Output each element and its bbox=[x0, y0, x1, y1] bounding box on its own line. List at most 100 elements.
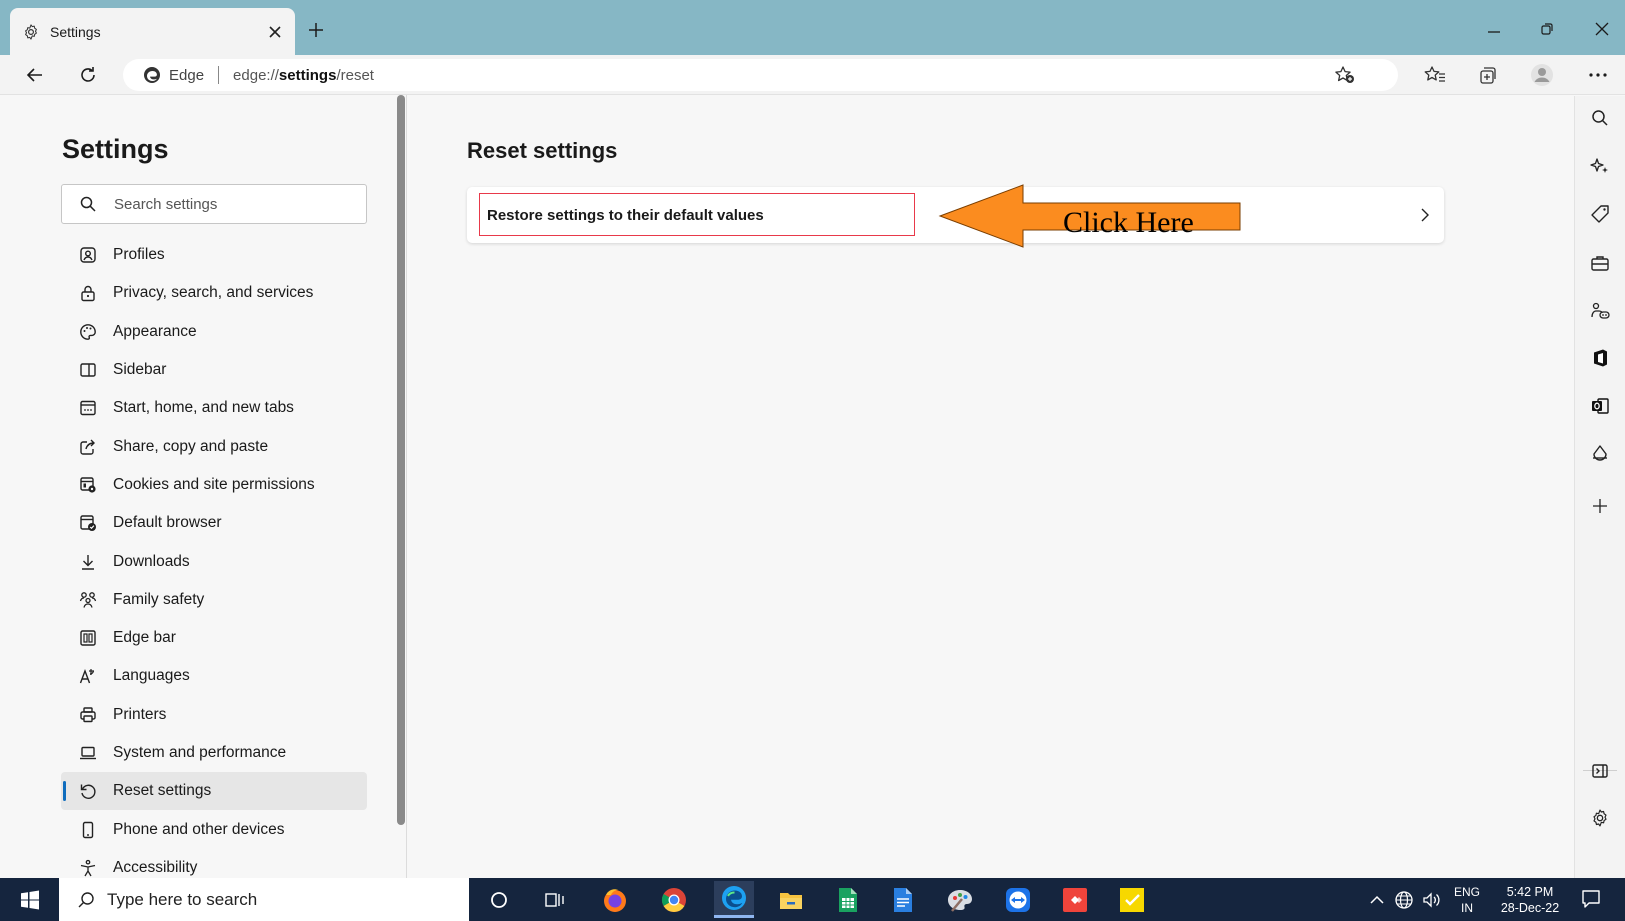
sidebar-item-phone-devices[interactable]: Phone and other devices bbox=[61, 810, 367, 848]
sidebar-settings-gear-icon[interactable] bbox=[1588, 806, 1612, 830]
url-path: /reset bbox=[336, 66, 374, 84]
sidebar-item-appearance[interactable]: Appearance bbox=[61, 313, 367, 351]
phone-icon bbox=[79, 821, 97, 839]
sidebar-item-privacy[interactable]: Privacy, search, and services bbox=[61, 274, 367, 312]
sticky-notes-icon[interactable] bbox=[1116, 884, 1148, 916]
sidebar-item-profiles[interactable]: Profiles bbox=[61, 236, 367, 274]
sidebar-item-share-copy-paste[interactable]: Share, copy and paste bbox=[61, 427, 367, 465]
edge-taskbar-icon[interactable] bbox=[714, 881, 754, 918]
sidebar-icon bbox=[79, 361, 97, 379]
sidebar-item-label: Languages bbox=[113, 667, 190, 685]
office-icon[interactable] bbox=[1588, 346, 1612, 370]
firefox-icon[interactable] bbox=[599, 884, 631, 916]
restore-button[interactable] bbox=[1527, 16, 1567, 42]
sidebar-item-label: Default browser bbox=[113, 514, 222, 532]
hide-sidebar-icon[interactable] bbox=[1588, 759, 1612, 783]
taskbar-search-box[interactable] bbox=[59, 878, 469, 921]
notification-center-icon[interactable] bbox=[1580, 888, 1604, 912]
drop-icon[interactable] bbox=[1588, 442, 1612, 466]
clock-date: 28-Dec-22 bbox=[1500, 901, 1560, 915]
document-icon[interactable] bbox=[887, 884, 919, 916]
sidebar-item-label: Profiles bbox=[113, 246, 165, 264]
sidebar-item-label: Printers bbox=[113, 705, 167, 723]
home-tabs-icon bbox=[79, 399, 97, 417]
search-icon[interactable] bbox=[1588, 106, 1612, 130]
tools-briefcase-icon[interactable] bbox=[1588, 251, 1612, 275]
laptop-icon bbox=[79, 744, 97, 762]
sidebar-item-default-browser[interactable]: Default browser bbox=[61, 504, 367, 542]
system-clock[interactable]: 5:42 PM 28-Dec-22 bbox=[1490, 884, 1570, 916]
discover-icon[interactable] bbox=[1588, 154, 1612, 178]
sidebar-item-cookies[interactable]: Cookies and site permissions bbox=[61, 466, 367, 504]
sidebar-item-family-safety[interactable]: Family safety bbox=[61, 581, 367, 619]
sidebar-item-label: System and performance bbox=[113, 744, 287, 761]
cookies-icon bbox=[79, 476, 97, 494]
address-bar[interactable]: Edge edge://settings/reset bbox=[123, 59, 1398, 91]
show-hidden-icons-icon[interactable] bbox=[1366, 878, 1388, 921]
sidebar-item-start-home[interactable]: Start, home, and new tabs bbox=[61, 389, 367, 427]
close-tab-icon[interactable] bbox=[267, 24, 283, 40]
download-icon bbox=[79, 553, 97, 571]
language-indicator[interactable]: ENG IN bbox=[1449, 884, 1485, 916]
accessibility-icon bbox=[79, 859, 97, 877]
refresh-button[interactable] bbox=[74, 61, 102, 89]
sidebar-item-edge-bar[interactable]: Edge bar bbox=[61, 619, 367, 657]
family-icon bbox=[79, 591, 97, 609]
volume-icon[interactable] bbox=[1420, 878, 1444, 921]
sidebar-item-languages[interactable]: Languages bbox=[61, 657, 367, 695]
teamviewer-icon[interactable] bbox=[1002, 884, 1034, 916]
page-title: Reset settings bbox=[467, 138, 618, 163]
games-icon[interactable] bbox=[1588, 299, 1612, 323]
new-tab-button[interactable] bbox=[302, 16, 330, 44]
close-window-button[interactable] bbox=[1582, 16, 1622, 42]
minimize-button[interactable] bbox=[1474, 16, 1514, 42]
chrome-icon[interactable] bbox=[658, 884, 690, 916]
sidebar-title: Settings bbox=[62, 134, 169, 164]
taskbar-search-input[interactable] bbox=[107, 889, 407, 910]
sidebar-item-label: Appearance bbox=[113, 322, 197, 340]
sidebar-item-system-performance[interactable]: System and performance bbox=[61, 734, 367, 772]
sidebar-item-reset-settings[interactable]: Reset settings bbox=[61, 772, 367, 811]
tab-title: Settings bbox=[50, 23, 101, 40]
restore-defaults-label: Restore settings to their default values bbox=[487, 207, 764, 224]
sidebar-item-downloads[interactable]: Downloads bbox=[61, 542, 367, 580]
spreadsheet-icon[interactable] bbox=[832, 884, 864, 916]
outlook-icon[interactable] bbox=[1588, 394, 1612, 418]
share-icon bbox=[79, 438, 97, 456]
profile-avatar[interactable] bbox=[1528, 61, 1556, 89]
sidebar-item-sidebar[interactable]: Sidebar bbox=[61, 351, 367, 389]
tab-settings[interactable]: Settings bbox=[10, 8, 295, 55]
sidebar-item-label: Sidebar bbox=[113, 361, 167, 379]
profile-icon bbox=[79, 246, 97, 264]
url-host: settings bbox=[278, 66, 337, 84]
language-code: ENG bbox=[1453, 885, 1480, 899]
back-button[interactable] bbox=[21, 61, 49, 89]
windows-taskbar: ENG IN 5:42 PM 28-Dec-22 bbox=[0, 878, 1625, 921]
file-explorer-icon[interactable] bbox=[775, 884, 807, 916]
paint-icon[interactable] bbox=[944, 884, 976, 916]
search-settings-input[interactable] bbox=[114, 195, 334, 213]
task-view-icon[interactable] bbox=[539, 884, 571, 916]
search-settings-box[interactable] bbox=[61, 184, 367, 224]
cortana-icon[interactable] bbox=[483, 884, 515, 916]
settings-nav-list: Profiles Privacy, search, and services A… bbox=[61, 236, 367, 887]
more-options-icon[interactable] bbox=[1584, 61, 1612, 89]
lock-icon bbox=[79, 284, 97, 302]
browser-label: Edge bbox=[169, 66, 205, 84]
collections-icon[interactable] bbox=[1474, 61, 1502, 89]
sidebar-item-label: Reset settings bbox=[113, 782, 212, 800]
sidebar-item-printers[interactable]: Printers bbox=[61, 696, 367, 734]
add-icon[interactable] bbox=[1588, 494, 1612, 518]
sidebar-scrollbar[interactable] bbox=[397, 95, 405, 825]
title-bar: Settings bbox=[0, 0, 1625, 55]
windows-start-icon[interactable] bbox=[20, 890, 40, 910]
address-separator bbox=[218, 66, 220, 84]
default-browser-icon bbox=[79, 514, 97, 532]
network-globe-icon[interactable] bbox=[1392, 878, 1416, 921]
shopping-tag-icon[interactable] bbox=[1588, 202, 1612, 226]
favorites-icon[interactable] bbox=[1421, 61, 1449, 89]
add-favorite-icon[interactable] bbox=[1334, 65, 1356, 85]
reset-icon bbox=[79, 782, 97, 800]
anydesk-icon[interactable] bbox=[1059, 884, 1091, 916]
search-icon bbox=[80, 196, 96, 212]
